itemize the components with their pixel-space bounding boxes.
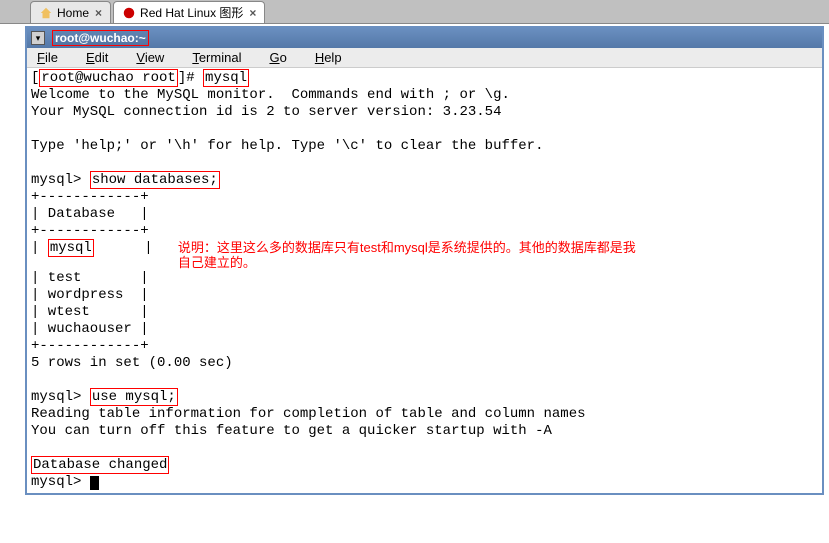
tab-redhat[interactable]: Red Hat Linux 图形 ×	[113, 1, 265, 23]
db-wtest: | wtest |	[31, 304, 149, 320]
tab-home[interactable]: Home ×	[30, 1, 111, 23]
database-changed: Database changed	[31, 456, 169, 474]
table-header: | Database |	[31, 206, 149, 222]
db-wuchaouser: | wuchaouser |	[31, 321, 149, 337]
menu-file[interactable]: File	[37, 50, 58, 65]
tab-home-close[interactable]: ×	[95, 6, 102, 20]
tab-redhat-close[interactable]: ×	[249, 6, 256, 20]
mysql-prompt-1: mysql>	[31, 172, 90, 188]
annotation-text: 说明：这里这么多的数据库只有test和mysql是系统提供的。其他的数据库都是我…	[178, 240, 648, 270]
rows-summary: 5 rows in set (0.00 sec)	[31, 355, 233, 371]
prompt-userhost: root@wuchao root	[39, 69, 177, 87]
tab-home-label: Home	[57, 6, 89, 20]
welcome-line-1: Welcome to the MySQL monitor. Commands e…	[31, 87, 510, 103]
reading-line-2: You can turn off this feature to get a q…	[31, 423, 552, 439]
browser-tab-bar: Home × Red Hat Linux 图形 ×	[0, 0, 829, 24]
home-icon	[39, 6, 53, 20]
terminal-content[interactable]: [root@wuchao root]# mysql Welcome to the…	[27, 68, 822, 493]
redhat-icon	[122, 6, 136, 20]
table-border-bottom: +------------+	[31, 338, 149, 354]
menu-help[interactable]: Help	[315, 50, 342, 65]
menu-bar: File Edit View Terminal Go Help	[27, 48, 822, 68]
cmd-show-databases: show databases;	[90, 171, 220, 189]
cmd-mysql: mysql	[203, 69, 249, 87]
mysql-prompt-3: mysql>	[31, 474, 90, 490]
terminal-window: ▾ root@wuchao:~ File Edit View Terminal …	[25, 26, 824, 495]
menu-terminal[interactable]: Terminal	[192, 50, 241, 65]
terminal-cursor	[90, 476, 99, 490]
db-test: | test |	[31, 270, 149, 286]
window-titlebar: ▾ root@wuchao:~	[27, 28, 822, 48]
window-title: root@wuchao:~	[52, 30, 149, 46]
mysql-prompt-2: mysql>	[31, 389, 90, 405]
db-mysql: mysql	[48, 239, 94, 257]
welcome-line-2: Your MySQL connection id is 2 to server …	[31, 104, 501, 120]
table-border-mid: +------------+	[31, 223, 149, 239]
db-wordpress: | wordpress |	[31, 287, 149, 303]
help-line: Type 'help;' or '\h' for help. Type '\c'…	[31, 138, 543, 154]
cmd-use-mysql: use mysql;	[90, 388, 178, 406]
table-border-top: +------------+	[31, 189, 149, 205]
menu-go[interactable]: Go	[269, 50, 286, 65]
prompt-suffix: ]#	[178, 70, 203, 86]
tab-redhat-label: Red Hat Linux 图形	[140, 4, 243, 21]
menu-view[interactable]: View	[136, 50, 164, 65]
menu-edit[interactable]: Edit	[86, 50, 108, 65]
reading-line-1: Reading table information for completion…	[31, 406, 586, 422]
window-menu-button[interactable]: ▾	[31, 31, 45, 45]
